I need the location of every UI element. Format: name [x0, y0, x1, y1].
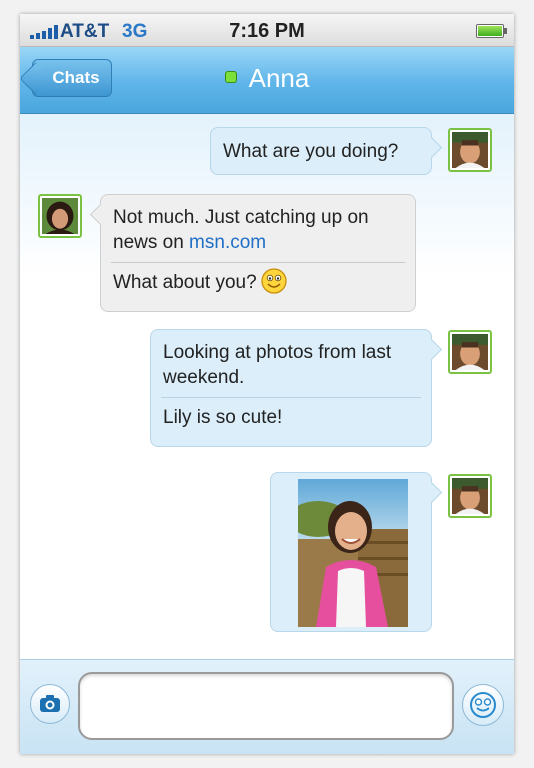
back-button-label: Chats [52, 68, 100, 87]
male-avatar-icon [452, 132, 488, 168]
emoticon-button[interactable] [462, 684, 504, 726]
status-time: 7:16 PM [229, 20, 305, 42]
message-text: What about you? [113, 272, 257, 294]
contact-avatar[interactable] [38, 194, 82, 238]
status-bar: AT&T 3G 7:16 PM [20, 14, 514, 47]
contact-name: Anna [248, 63, 310, 93]
phone-screen: AT&T 3G 7:16 PM Chats Anna What are you … [20, 14, 514, 754]
my-avatar[interactable] [448, 474, 492, 518]
message-text: Looking at photos from last weekend. [163, 342, 392, 388]
smiley-emoticon-icon [261, 268, 287, 294]
message-input[interactable] [78, 672, 454, 740]
conversation-area[interactable]: What are you doing? Not much. Just catch… [20, 114, 514, 659]
message-followup: What about you? [101, 268, 415, 296]
message-bubble-incoming[interactable]: Not much. Just catching up on news on ms… [100, 194, 416, 312]
shared-photo[interactable] [298, 479, 408, 627]
compose-bar [20, 659, 514, 754]
message-divider [111, 262, 405, 263]
my-avatar[interactable] [448, 128, 492, 172]
presence-online-icon [224, 71, 237, 84]
female-avatar-icon [42, 198, 78, 234]
message-text: What are you doing? [223, 141, 399, 162]
message-bubble-outgoing[interactable]: What are you doing? [210, 127, 432, 175]
msn-link[interactable]: msn.com [189, 232, 266, 253]
nav-bar: Chats Anna [20, 47, 514, 114]
photo-message-bubble[interactable] [270, 472, 432, 632]
message-divider [161, 397, 421, 398]
message-bubble-outgoing[interactable]: Looking at photos from last weekend. Lil… [150, 329, 432, 447]
battery-icon [476, 24, 507, 38]
message-text: Not much. Just catching up on news on ms… [101, 195, 415, 255]
camera-icon [40, 695, 60, 712]
male-avatar-icon [452, 334, 488, 370]
male-avatar-icon [452, 478, 488, 514]
my-avatar[interactable] [448, 330, 492, 374]
emoticon-icon [470, 692, 496, 718]
message-text: Lily is so cute! [163, 407, 283, 428]
camera-button[interactable] [30, 684, 70, 724]
